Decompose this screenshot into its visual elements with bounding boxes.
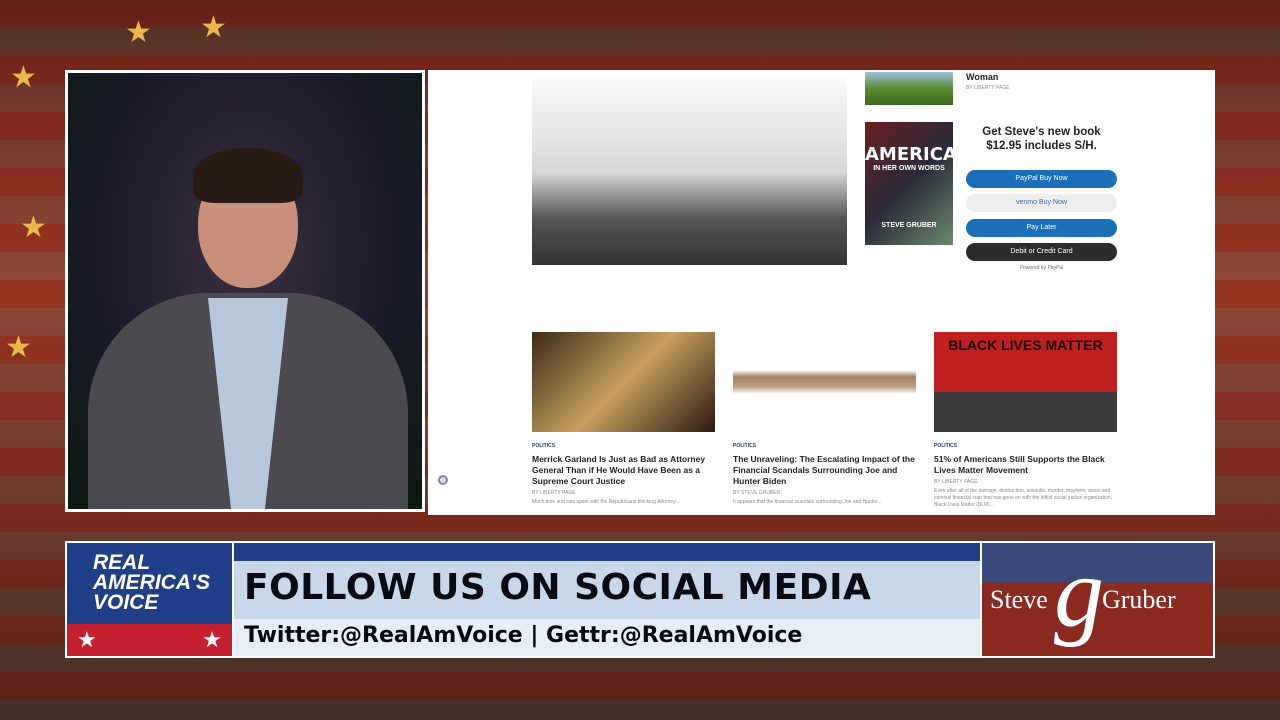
presenter — [88, 113, 408, 509]
article-image[interactable] — [733, 332, 916, 432]
book-cover[interactable]: AMERICA IN HER OWN WORDS STEVE GRUBER — [865, 122, 957, 245]
show-logo: g Steve Gruber — [982, 537, 1213, 656]
article-thumbnail[interactable] — [865, 72, 953, 105]
article-card[interactable]: POLITICS The Unraveling: The Escalating … — [733, 332, 916, 506]
star-icon: ★ — [125, 16, 152, 49]
headline: FOLLOW US ON SOCIAL MEDIA — [244, 567, 872, 608]
paypal-buy-now-button[interactable]: PayPal Buy Now — [966, 170, 1117, 188]
social-handles: Twitter:@RealAmVoice | Gettr:@RealAmVoic… — [234, 619, 980, 656]
venmo-buy-now-button[interactable]: venmo Buy Now — [966, 194, 1117, 212]
pay-later-button[interactable]: Pay Later — [966, 219, 1117, 237]
featured-image — [532, 78, 847, 265]
presenter-video — [65, 70, 425, 512]
article-image[interactable]: BLACK LIVES MATTER — [934, 332, 1117, 432]
mouse-cursor-icon — [438, 475, 448, 485]
sidebar-article-byline: BY LIBERTY PAGE — [966, 85, 1010, 91]
sidebar-article-title[interactable]: Woman — [966, 72, 998, 82]
network-logo: REAL AMERICA'S VOICE ★ ★ — [67, 543, 232, 656]
website-screenshot: Woman BY LIBERTY PAGE AMERICA IN HER OWN… — [428, 70, 1215, 515]
powered-by-paypal: Powered by PayPal — [1019, 265, 1064, 271]
star-icon: ★ — [5, 331, 32, 364]
star-icon: ★ — [20, 211, 47, 244]
article-card[interactable]: BLACK LIVES MATTER POLITICS 51% of Ameri… — [934, 332, 1117, 509]
star-icon: ★ — [200, 11, 227, 44]
star-icon: ★ — [10, 61, 37, 94]
debit-credit-card-button[interactable]: Debit or Credit Card — [966, 243, 1117, 261]
article-card[interactable]: POLITICS Merrick Garland Is Just as Bad … — [532, 332, 715, 506]
star-icon: ★ — [77, 627, 97, 652]
article-image[interactable] — [532, 332, 715, 432]
headline-panel: FOLLOW US ON SOCIAL MEDIA Twitter:@RealA… — [234, 543, 980, 656]
book-promo: Get Steve's new book $12.95 includes S/H… — [982, 126, 1101, 152]
lower-third: REAL AMERICA'S VOICE ★ ★ FOLLOW US ON SOC… — [65, 537, 1215, 658]
star-icon: ★ — [202, 627, 222, 652]
